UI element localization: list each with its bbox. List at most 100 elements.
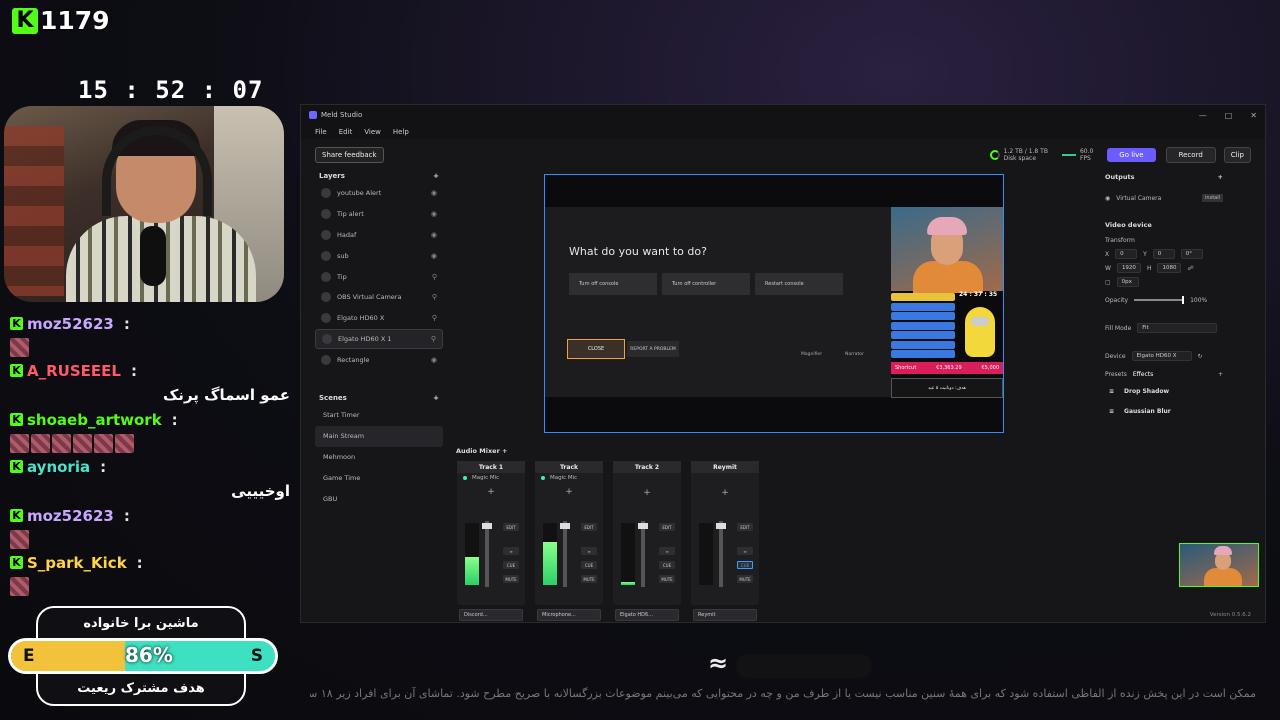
menu-view[interactable]: View (364, 128, 381, 136)
menu-edit[interactable]: Edit (339, 128, 353, 136)
add-effect-icon[interactable]: + (1218, 371, 1223, 378)
x-input[interactable]: 0 (1115, 249, 1138, 259)
chat-username[interactable]: S_park_Kick (27, 554, 127, 572)
width-input[interactable]: 1920 (1116, 263, 1141, 273)
mute-button[interactable]: MUTE (659, 575, 675, 583)
record-button[interactable]: Record (1165, 147, 1216, 163)
layer-item[interactable]: Rectangle ◉ (315, 349, 443, 370)
layer-item[interactable]: sub ◉ (315, 245, 443, 266)
layer-item[interactable]: Tip alert ◉ (315, 204, 443, 225)
track-name[interactable]: Reymit (691, 461, 759, 473)
lock-icon[interactable]: ⚲ (432, 293, 437, 301)
lock-icon[interactable]: ⚲ (431, 335, 436, 343)
edit-button[interactable]: EDIT (581, 523, 597, 531)
volume-fader[interactable] (560, 521, 570, 587)
add-filter-icon[interactable]: + (613, 488, 681, 498)
lock-icon[interactable]: ⚲ (432, 314, 437, 322)
chat-username[interactable]: moz52623 (27, 315, 114, 333)
effect-drop-shadow[interactable]: ≡ Drop Shadow (1099, 381, 1229, 401)
go-live-button[interactable]: Go live (1107, 148, 1156, 162)
monitor-icon[interactable]: ∞ (659, 547, 675, 555)
monitor-icon[interactable]: ∞ (503, 547, 519, 555)
mute-button[interactable]: MUTE (581, 575, 597, 583)
preview-webcam (891, 207, 1003, 293)
layer-item[interactable]: Elgato HD60 X 1 ⚲ (315, 328, 443, 350)
edit-button[interactable]: EDIT (659, 523, 675, 531)
clip-button[interactable]: Clip (1223, 147, 1251, 163)
cue-button[interactable]: CUE (581, 561, 597, 569)
layer-label: Tip alert (337, 210, 364, 219)
title-bar: Meld Studio — □ ✕ (301, 105, 1265, 125)
track-effect[interactable]: Magic Mic (457, 473, 525, 483)
scene-item[interactable]: Start Timer (315, 405, 443, 426)
scene-item[interactable]: Game Time (315, 467, 443, 488)
opacity-slider[interactable] (1134, 296, 1185, 304)
track-source-select[interactable]: Discord... (459, 609, 523, 621)
add-layer-icon[interactable]: + (433, 172, 439, 180)
volume-fader[interactable] (716, 521, 726, 587)
scene-item[interactable]: Main Stream (315, 425, 443, 447)
effects-tab[interactable]: Effects (1133, 371, 1153, 378)
eye-icon[interactable]: ◉ (431, 252, 437, 260)
install-button[interactable]: install (1202, 194, 1223, 202)
eye-icon[interactable]: ◉ (431, 189, 437, 197)
lock-icon[interactable]: ⚲ (432, 273, 437, 281)
add-filter-icon[interactable]: + (457, 487, 525, 497)
edit-button[interactable]: EDIT (737, 523, 753, 531)
add-filter-icon[interactable]: + (691, 488, 759, 498)
mute-button[interactable]: MUTE (503, 575, 519, 583)
minimize-icon[interactable]: — (1199, 111, 1207, 120)
close-icon[interactable]: ✕ (1250, 111, 1257, 120)
monitor-icon[interactable]: ∞ (737, 547, 753, 555)
maximize-icon[interactable]: □ (1225, 111, 1233, 120)
track-source-select[interactable]: Microphone... (537, 609, 601, 621)
eye-icon[interactable]: ◉ (431, 210, 437, 218)
add-output-icon[interactable]: + (1218, 173, 1223, 181)
scene-preview[interactable]: What do you want to do? Turn off console… (544, 174, 1004, 433)
monitor-icon[interactable]: ∞ (581, 547, 597, 555)
cue-button[interactable]: CUE (659, 561, 675, 569)
rotation-input[interactable]: 0° (1180, 249, 1203, 259)
mute-button[interactable]: MUTE (737, 575, 753, 583)
track-source-select[interactable]: Elgato HD6... (615, 609, 679, 621)
track-source-select[interactable]: Reymit (693, 609, 757, 621)
layer-item[interactable]: Elgato HD60 X ⚲ (315, 308, 443, 329)
track-effect[interactable]: Magic Mic (535, 473, 603, 483)
track-name[interactable]: Track 2 (613, 461, 681, 473)
scene-item[interactable]: Mehmoon (315, 447, 443, 468)
presets-tab[interactable]: Presets (1105, 371, 1127, 378)
effect-gaussian-blur[interactable]: ≡ Gaussian Blur (1099, 401, 1229, 421)
height-input[interactable]: 1080 (1157, 263, 1182, 273)
add-track-icon[interactable]: + (502, 447, 507, 455)
cue-button[interactable]: CUE (737, 561, 753, 569)
volume-fader[interactable] (482, 521, 492, 587)
layer-item[interactable]: OBS Virtual Camera ⚲ (315, 287, 443, 308)
fill-mode-select[interactable]: Fit (1137, 323, 1218, 333)
crop-input[interactable]: 0px (1116, 277, 1139, 287)
menu-file[interactable]: File (315, 128, 327, 136)
eye-icon[interactable]: ◉ (431, 356, 437, 364)
chat-username[interactable]: shoaeb_artwork (27, 411, 162, 429)
add-filter-icon[interactable]: + (535, 487, 603, 497)
layer-item[interactable]: Tip ⚲ (315, 266, 443, 287)
track-name[interactable]: Track 1 (457, 461, 525, 473)
y-input[interactable]: 0 (1152, 249, 1175, 259)
edit-button[interactable]: EDIT (503, 523, 519, 531)
eye-icon[interactable]: ◉ (431, 231, 437, 239)
track-name[interactable]: Track (535, 461, 603, 473)
cue-button[interactable]: CUE (503, 561, 519, 569)
layer-item[interactable]: youtube Alert ◉ (315, 183, 443, 204)
link-icon[interactable]: ☍ (1187, 265, 1193, 272)
share-feedback-button[interactable]: Share feedback (315, 147, 384, 163)
refresh-icon[interactable]: ↻ (1198, 353, 1203, 360)
device-select[interactable]: Elgato HD60 X (1131, 351, 1192, 361)
scene-item[interactable]: GBU (315, 488, 443, 509)
menu-help[interactable]: Help (393, 128, 409, 136)
chat-text: اوخیییی (231, 482, 290, 500)
chat-username[interactable]: moz52623 (27, 507, 114, 525)
chat-username[interactable]: A_RUSEEEL (27, 362, 121, 380)
chat-username[interactable]: aynoria (27, 458, 90, 476)
layer-item[interactable]: Hadaf ◉ (315, 225, 443, 246)
add-scene-icon[interactable]: + (433, 394, 439, 402)
volume-fader[interactable] (638, 521, 648, 587)
